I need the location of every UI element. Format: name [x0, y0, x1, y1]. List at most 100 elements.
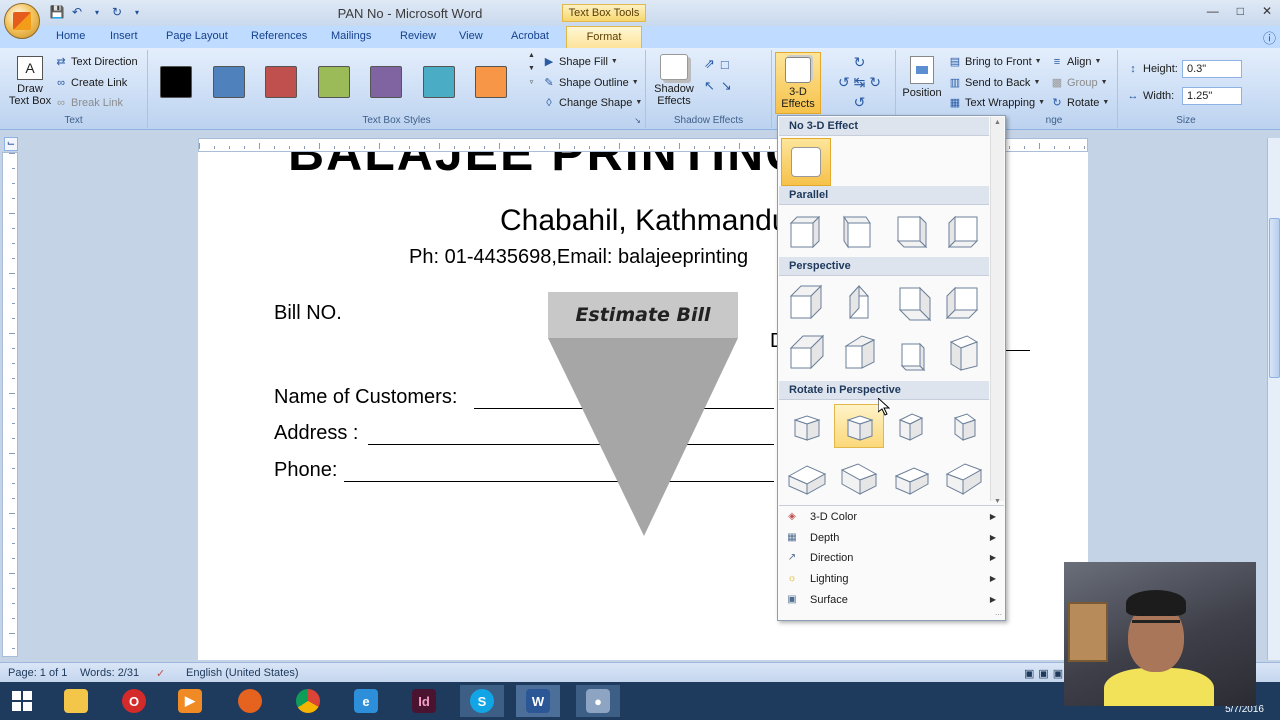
menu-command-lighting[interactable]: ☼ Lighting ▶ — [779, 569, 1004, 589]
vertical-scrollbar[interactable] — [1267, 138, 1280, 660]
parallel-option-3[interactable] — [886, 209, 936, 253]
menu-scrollbar[interactable]: ▲ ▼ — [990, 117, 1004, 505]
rotate-in-perspective-option-5[interactable] — [781, 454, 831, 498]
text-wrapping-button[interactable]: ▦ Text Wrapping ▼ — [948, 96, 1045, 110]
menu-command-3-d-color[interactable]: ◈ 3-D Color ▶ — [779, 507, 1004, 527]
shadow-effects-button[interactable]: Shadow Effects — [652, 54, 696, 107]
dialog-launcher-icon[interactable]: ↘ — [634, 116, 641, 125]
rotate-button[interactable]: ↻ Rotate ▼ — [1050, 96, 1109, 110]
tab-review[interactable]: Review — [400, 30, 436, 42]
taskbar-skype[interactable]: S — [460, 685, 504, 717]
shadow-toggle-icon[interactable]: □ — [721, 57, 729, 72]
taskbar-media-player[interactable]: ▶ — [168, 685, 212, 717]
tab-acrobat[interactable]: Acrobat — [511, 30, 549, 42]
align-button[interactable]: ≡ Align ▼ — [1050, 55, 1102, 68]
nudge-shadow-right-icon[interactable]: ↘ — [721, 78, 732, 94]
tab-view[interactable]: View — [459, 30, 483, 42]
word-count[interactable]: Words: 2/31 — [80, 667, 139, 679]
scroll-up-icon[interactable]: ▲ — [994, 119, 1001, 126]
tilt-down-icon[interactable]: ↺ — [854, 94, 866, 111]
menu-command-depth[interactable]: ▦ Depth ▶ — [779, 528, 1004, 548]
create-link-button[interactable]: ∞ Create Link — [54, 76, 127, 89]
gallery-up-icon[interactable]: ▲ — [528, 52, 535, 59]
parallel-option-2[interactable] — [834, 209, 884, 253]
resize-grip-icon[interactable]: ⋯ — [995, 611, 1002, 619]
page-count[interactable]: Page: 1 of 1 — [8, 667, 67, 679]
tilt-left-right-icons[interactable]: ↺ ↹ ↻ — [838, 74, 881, 91]
language-indicator[interactable]: English (United States) — [186, 667, 299, 679]
taskbar-firefox[interactable] — [228, 685, 272, 717]
rotate-in-perspective-option-8[interactable] — [939, 454, 989, 498]
bring-to-front-button[interactable]: ▤ Bring to Front ▼ — [948, 55, 1042, 69]
perspective-option-3[interactable] — [886, 280, 936, 324]
parallel-option-4[interactable] — [939, 209, 989, 253]
draw-text-box-button[interactable]: A Draw Text Box — [8, 56, 52, 107]
nudge-shadow-up-icon[interactable]: ⇗ — [704, 56, 715, 72]
perspective-option-7[interactable] — [886, 330, 936, 374]
minimize-icon[interactable]: — — [1207, 4, 1219, 18]
rotate-in-perspective-option-7[interactable] — [886, 454, 936, 498]
no-3d-effect-option[interactable] — [781, 138, 831, 186]
style-swatch[interactable] — [265, 66, 297, 98]
scrollbar-thumb[interactable] — [1269, 218, 1280, 378]
change-shape-button[interactable]: ◊ Change Shape ▼ — [542, 96, 642, 109]
taskbar-indesign[interactable]: Id — [402, 685, 446, 717]
view-buttons[interactable]: ▣▣▣ — [1024, 667, 1067, 680]
gallery-down-icon[interactable]: ▼ — [528, 65, 535, 72]
taskbar-opera[interactable]: O — [112, 685, 156, 717]
scroll-down-icon[interactable]: ▼ — [994, 498, 1001, 505]
rotate-in-perspective-option-1[interactable] — [781, 404, 831, 448]
perspective-option-1[interactable] — [781, 280, 831, 324]
proofing-icon[interactable]: ✓ — [156, 667, 165, 680]
perspective-option-6[interactable] — [834, 330, 884, 374]
gallery-more-icon[interactable]: ▿ — [530, 78, 534, 86]
tilt-up-icon[interactable]: ↻ — [854, 54, 866, 71]
perspective-option-2[interactable] — [834, 280, 884, 324]
parallel-option-1[interactable] — [781, 209, 831, 253]
perspective-option-8[interactable] — [939, 330, 989, 374]
taskbar-word[interactable]: W — [516, 685, 560, 717]
rotate-in-perspective-option-2[interactable] — [833, 404, 884, 448]
menu-command-surface[interactable]: ▣ Surface ▶ — [779, 590, 1004, 610]
style-swatch[interactable] — [160, 66, 192, 98]
ruler-toggle-button[interactable]: ⌙ — [4, 137, 18, 151]
maximize-icon[interactable]: □ — [1237, 4, 1244, 18]
shape-outline-button[interactable]: ✎ Shape Outline ▼ — [542, 76, 638, 90]
close-icon[interactable]: ✕ — [1262, 4, 1272, 18]
nudge-shadow-left-icon[interactable]: ↖ — [704, 78, 715, 94]
rotate-in-perspective-option-3[interactable] — [886, 404, 936, 448]
taskbar-file-explorer[interactable] — [54, 685, 98, 717]
group-button[interactable]: ▩ Group ▼ — [1050, 76, 1108, 90]
style-swatch[interactable] — [212, 66, 245, 98]
rotate-in-perspective-option-6[interactable] — [834, 454, 884, 498]
vertical-ruler[interactable] — [2, 152, 18, 657]
perspective-option-4[interactable] — [939, 280, 989, 324]
style-swatch[interactable] — [475, 66, 507, 98]
tab-insert[interactable]: Insert — [110, 30, 138, 42]
rotate-in-perspective-option-4[interactable] — [939, 404, 989, 448]
estimate-bill-text-box[interactable]: Estimate Bill — [548, 292, 738, 338]
taskbar-recorder[interactable]: ● — [576, 685, 620, 717]
send-to-back-button[interactable]: ▥ Send to Back ▼ — [948, 76, 1041, 90]
tab-references[interactable]: References — [251, 30, 307, 42]
position-button[interactable]: Position — [900, 56, 944, 99]
taskbar-chrome[interactable] — [286, 685, 330, 717]
tab-format[interactable]: Format — [566, 26, 642, 48]
tab-mailings[interactable]: Mailings — [331, 30, 371, 42]
3d-effects-button[interactable]: 3-D Effects — [775, 52, 821, 114]
style-swatch[interactable] — [317, 66, 350, 98]
perspective-option-5[interactable] — [781, 330, 831, 374]
break-link-button[interactable]: ∞ Break Link — [54, 96, 123, 109]
tab-home[interactable]: Home — [56, 30, 85, 42]
start-button[interactable] — [0, 685, 44, 717]
gallery-scroll[interactable]: ▲ ▼ ▿ — [528, 52, 535, 86]
width-input[interactable]: 1.25" — [1182, 87, 1242, 105]
style-swatch[interactable] — [422, 66, 455, 98]
shape-fill-button[interactable]: ▶ Shape Fill ▼ — [542, 55, 618, 69]
text-direction-button[interactable]: ⇄ Text Direction — [54, 55, 137, 69]
office-button[interactable] — [4, 3, 40, 39]
style-swatch[interactable] — [370, 66, 402, 98]
menu-command-direction[interactable]: ↗ Direction ▶ — [779, 548, 1004, 568]
tab-page-layout[interactable]: Page Layout — [166, 30, 228, 42]
help-icon[interactable]: ⓘ — [1263, 28, 1276, 47]
